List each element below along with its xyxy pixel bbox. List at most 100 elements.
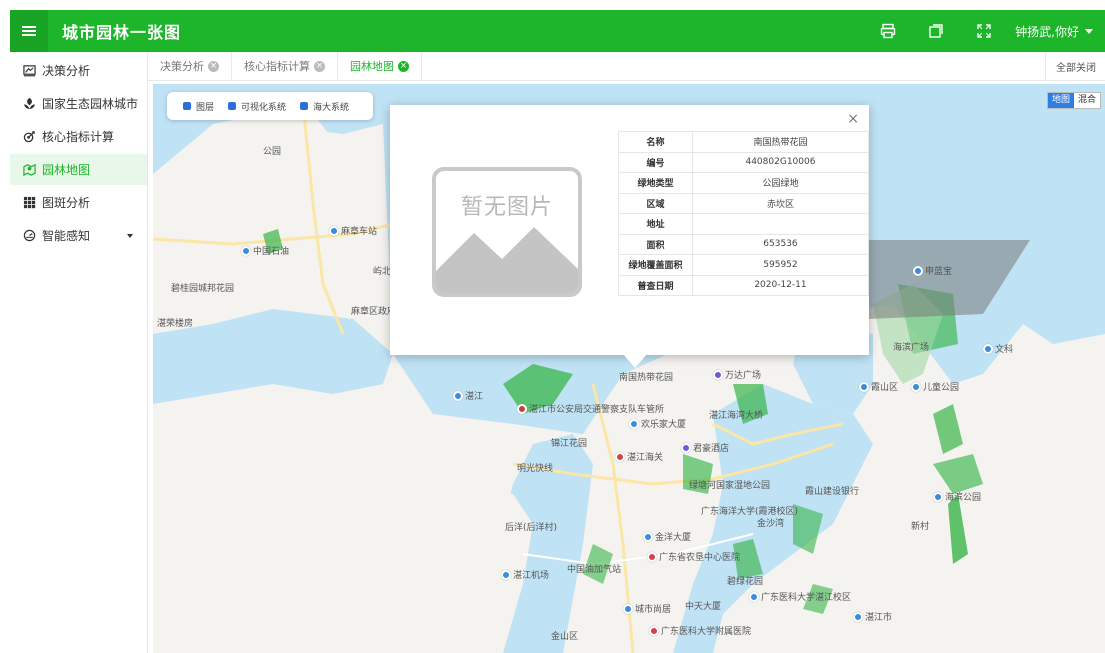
- feature-info-popup: × 暂无图片 名称 南国热带花园 编号 440802G10006 绿地类型 公园绿地 …: [390, 105, 870, 368]
- layer-option-haida[interactable]: 海大系统: [300, 100, 349, 113]
- map-label[interactable]: 万达广场: [713, 368, 761, 381]
- close-all-tabs-button[interactable]: 全部关闭: [1045, 52, 1105, 81]
- fullscreen-icon[interactable]: [965, 10, 1003, 52]
- sidebar-item-label: 核心指标计算: [42, 130, 115, 144]
- chart-icon: [22, 64, 36, 78]
- attr-key: 区域: [618, 192, 693, 214]
- app-title: 城市园林一张图: [62, 23, 182, 42]
- layers-icon: [228, 102, 237, 110]
- tab-core-indicators[interactable]: 核心指标计算 ×: [232, 51, 338, 81]
- map-label[interactable]: 碧桂园城邦花园: [171, 281, 234, 294]
- map-label[interactable]: 中国油加气站: [567, 562, 621, 575]
- table-row: 面积 653536: [618, 233, 870, 255]
- attr-value: [691, 213, 870, 235]
- no-image-placeholder: 暂无图片: [432, 167, 582, 297]
- table-row: 区域 赤坎区: [618, 192, 870, 214]
- map-label[interactable]: 公园: [263, 144, 281, 157]
- attr-value: 赤坎区: [691, 192, 870, 214]
- sidebar-item-label: 图斑分析: [42, 196, 91, 210]
- attr-key: 名称: [618, 131, 693, 153]
- map-label[interactable]: 屿北: [373, 264, 391, 277]
- map-label[interactable]: 霞山建设银行: [805, 484, 859, 497]
- map-type-hybrid[interactable]: 混合: [1074, 93, 1100, 108]
- attr-value: 2020-12-11: [691, 274, 870, 296]
- map-label[interactable]: 后洋(后洋村): [505, 520, 557, 533]
- attr-key: 绿地类型: [618, 172, 693, 194]
- sidebar-item-label: 园林地图: [42, 163, 91, 177]
- print-icon[interactable]: [869, 10, 907, 52]
- map-label[interactable]: 霞山区: [859, 380, 898, 393]
- copy-window-icon[interactable]: [917, 10, 955, 52]
- map-label[interactable]: 广东医科大学湛江校区: [749, 590, 851, 603]
- map-label[interactable]: 中国石油: [241, 244, 289, 257]
- sidebar-item-patch-analysis[interactable]: 图斑分析: [10, 187, 147, 218]
- map-label[interactable]: 湛江机场: [501, 568, 549, 581]
- map-label[interactable]: 中天大厦: [685, 599, 721, 612]
- tab-garden-map[interactable]: 园林地图 ×: [338, 51, 422, 81]
- close-icon[interactable]: ×: [847, 111, 859, 127]
- sidebar-item-smart-sensing[interactable]: 智能感知: [10, 220, 147, 251]
- attr-value: 440802G10006: [691, 151, 870, 173]
- map-label[interactable]: 金山区: [551, 629, 578, 642]
- map-label[interactable]: 城市尚居: [623, 602, 671, 615]
- map-label[interactable]: 欢乐家大厦: [629, 417, 686, 430]
- map-label[interactable]: 湛江: [453, 389, 483, 402]
- sidebar-item-garden-map[interactable]: 园林地图: [10, 154, 147, 185]
- tab-decision-analysis[interactable]: 决策分析 ×: [148, 51, 232, 81]
- garden-map[interactable]: 中国石油 麻章车站 碧桂园城邦花园 湛荣楼房 麻章区政府 公园 屿北 万达广场 …: [153, 84, 1105, 653]
- sidebar-item-ecological-garden-city[interactable]: 国家生态园林城市: [10, 88, 147, 119]
- user-greeting: 钟扬武,你好: [1015, 24, 1079, 39]
- sidebar-item-label: 智能感知: [42, 229, 91, 243]
- attr-value: 公园绿地: [691, 172, 870, 194]
- map-label[interactable]: 海滨广场: [893, 340, 929, 353]
- tab-label: 园林地图: [350, 60, 394, 73]
- leaf-icon: [22, 97, 36, 111]
- attr-key: 绿地覆盖面积: [618, 254, 693, 276]
- map-label[interactable]: 锦江花园: [551, 436, 587, 449]
- top-header: 城市园林一张图 钟扬武,你好: [10, 10, 1105, 52]
- sidebar-item-label: 国家生态园林城市: [42, 97, 139, 111]
- map-label[interactable]: 金洋大厦: [643, 530, 691, 543]
- map-label[interactable]: 广东医科大学附属医院: [649, 624, 751, 637]
- attr-value: 653536: [691, 233, 870, 255]
- attr-key: 地址: [618, 213, 693, 235]
- target-icon: [22, 130, 36, 144]
- sidebar-item-decision-analysis[interactable]: 决策分析: [10, 55, 147, 86]
- popup-pointer: [623, 354, 647, 368]
- attr-value: 595952: [691, 254, 870, 276]
- map-label[interactable]: 新村: [911, 519, 929, 532]
- map-label[interactable]: 湛江海湾大桥: [709, 408, 763, 421]
- map-label[interactable]: 南国热带花园: [619, 370, 673, 383]
- close-icon[interactable]: ×: [314, 60, 325, 72]
- map-label[interactable]: 申蓝宝: [913, 264, 952, 277]
- table-row: 普查日期 2020-12-11: [618, 274, 870, 296]
- map-label[interactable]: 湛江海关: [615, 450, 663, 463]
- menu-toggle-button[interactable]: [10, 10, 48, 52]
- map-type-switch: 地图 混合: [1046, 92, 1101, 109]
- close-icon[interactable]: ×: [398, 60, 409, 72]
- map-label[interactable]: 儿童公园: [911, 380, 959, 393]
- layer-option-layers[interactable]: 图层: [183, 100, 214, 113]
- layers-icon: [183, 102, 191, 110]
- close-icon[interactable]: ×: [208, 60, 219, 72]
- map-type-map[interactable]: 地图: [1047, 93, 1074, 108]
- map-label[interactable]: 广东省农垦中心医院: [647, 550, 740, 563]
- map-label[interactable]: 碧绿花园: [727, 574, 763, 587]
- tab-label: 决策分析: [160, 60, 204, 73]
- map-label[interactable]: 湛江市: [853, 610, 892, 623]
- layer-option-visualization[interactable]: 可视化系统: [228, 100, 286, 113]
- map-label[interactable]: 明光快线: [517, 461, 553, 474]
- feature-attributes-table: 名称 南国热带花园 编号 440802G10006 绿地类型 公园绿地 区域 赤坎区 地…: [618, 131, 870, 296]
- map-label[interactable]: 君豪酒店: [681, 441, 729, 454]
- chevron-down-icon: [127, 233, 133, 238]
- map-label[interactable]: 海滨公园: [933, 490, 981, 503]
- sidebar-item-core-indicators[interactable]: 核心指标计算: [10, 121, 147, 152]
- map-label[interactable]: 文科: [983, 342, 1013, 355]
- map-label[interactable]: 金沙湾: [757, 516, 784, 529]
- map-label[interactable]: 麻章车站: [329, 224, 377, 237]
- sidebar: 决策分析 国家生态园林城市 核心指标计算 园林地图 图斑分析 智能感知: [10, 52, 148, 653]
- map-label[interactable]: 湛荣楼房: [157, 316, 193, 329]
- user-menu[interactable]: 钟扬武,你好: [1015, 23, 1093, 40]
- map-label[interactable]: 湛江市公安局交通警察支队车管所: [517, 402, 664, 415]
- map-label[interactable]: 绿塘河国家湿地公园: [689, 478, 770, 491]
